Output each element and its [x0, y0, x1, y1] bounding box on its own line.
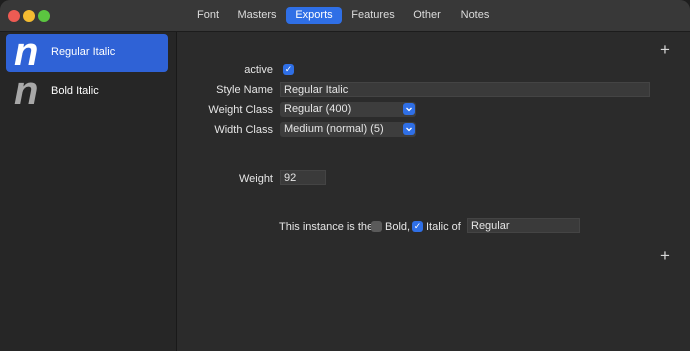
instance-detail-panel: + active ✓ Style Name Regular Italic Wei…	[177, 32, 690, 351]
chevron-updown-icon	[403, 123, 415, 135]
tab-other[interactable]: Other	[408, 7, 446, 24]
close-window-button[interactable]	[8, 10, 20, 22]
zoom-window-button[interactable]	[38, 10, 50, 22]
italic-label: Italic of	[426, 221, 461, 233]
sidebar-item-label: Bold Italic	[51, 85, 99, 97]
sidebar-item-label: Regular Italic	[51, 46, 116, 58]
sidebar-item-bold-italic[interactable]: n Bold Italic	[6, 69, 168, 113]
tab-features[interactable]: Features	[346, 7, 400, 24]
weight-class-label: Weight Class	[208, 104, 273, 116]
tab-masters[interactable]: Masters	[232, 7, 282, 24]
italic-checkbox[interactable]: ✓	[412, 221, 423, 232]
title-bar: Font Masters Exports Features Other Note…	[0, 0, 690, 32]
sidebar-item-regular-italic[interactable]: n Regular Italic	[6, 30, 168, 74]
tab-font[interactable]: Font	[190, 7, 226, 24]
chevron-updown-icon	[403, 103, 415, 115]
width-class-value: Medium (normal) (5)	[284, 123, 384, 135]
add-custom-parameter-button[interactable]: +	[657, 247, 673, 264]
glyph-preview: n	[14, 30, 39, 74]
bold-label: Bold,	[385, 221, 411, 233]
instances-sidebar: n Regular Italic n Bold Italic	[0, 32, 177, 351]
style-name-label: Style Name	[216, 84, 273, 96]
style-name-field[interactable]: Regular Italic	[280, 82, 650, 97]
style-link-field[interactable]: Regular	[467, 218, 580, 233]
add-property-button[interactable]: +	[657, 41, 673, 58]
instance-prefix-text: This instance is the	[279, 221, 374, 233]
active-checkbox[interactable]: ✓	[283, 64, 294, 75]
tab-notes[interactable]: Notes	[455, 7, 495, 24]
weight-class-value: Regular (400)	[284, 103, 352, 115]
app-window: Font Masters Exports Features Other Note…	[0, 0, 690, 351]
glyph-preview: n	[14, 69, 39, 113]
minimize-window-button[interactable]	[23, 10, 35, 22]
tab-exports[interactable]: Exports	[286, 7, 342, 24]
active-label: active	[244, 64, 273, 76]
weight-class-popup[interactable]: Regular (400)	[280, 102, 416, 117]
bold-checkbox[interactable]: ✓	[371, 221, 382, 232]
width-class-popup[interactable]: Medium (normal) (5)	[280, 122, 416, 137]
width-class-label: Width Class	[214, 124, 273, 136]
weight-field[interactable]: 92	[280, 170, 326, 185]
weight-label: Weight	[238, 173, 273, 185]
